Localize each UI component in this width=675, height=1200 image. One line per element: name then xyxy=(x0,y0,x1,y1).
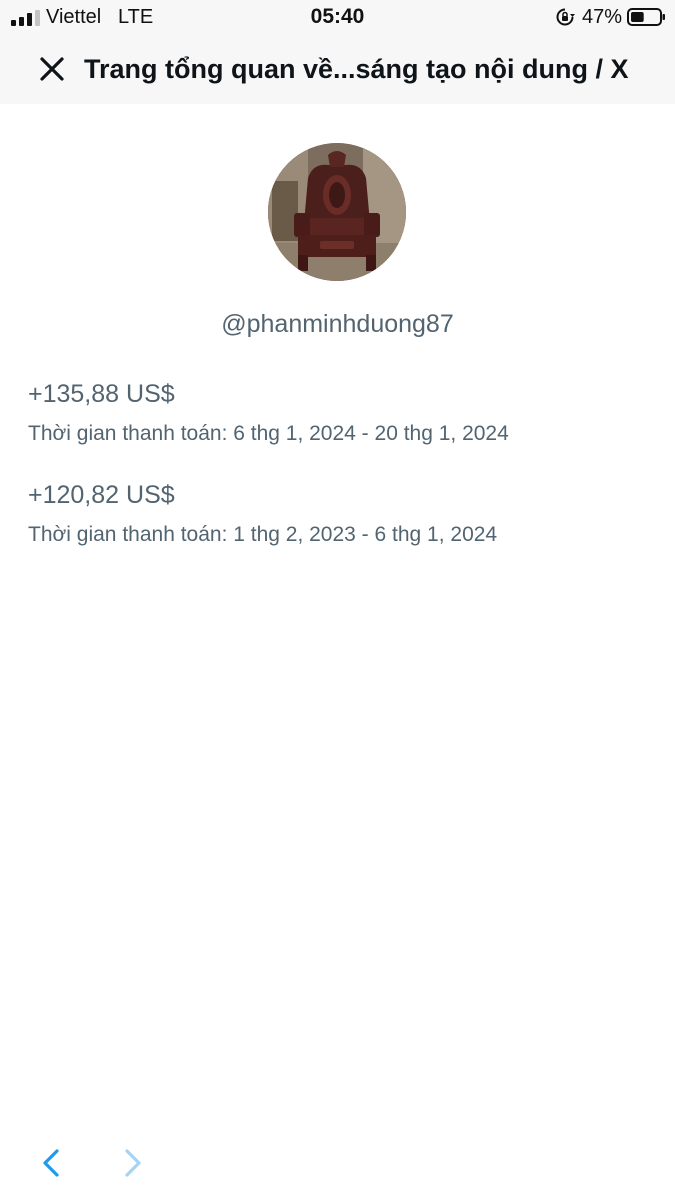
top-bar: Trang tổng quan về...sáng tạo nội dung /… xyxy=(0,34,675,104)
payout-item: +135,88 US$ Thời gian thanh toán: 6 thg … xyxy=(28,378,648,448)
screen: Viettel LTE 05:40 47% Trang tổng quan về… xyxy=(0,0,675,1200)
battery-icon xyxy=(627,8,665,26)
payout-amount: +120,82 US$ xyxy=(28,481,175,509)
payout-amount: +135,88 US$ xyxy=(28,380,175,408)
status-bar: Viettel LTE 05:40 47% xyxy=(0,0,675,34)
avatar-image xyxy=(268,143,406,281)
rotation-lock-icon xyxy=(556,8,575,26)
chevron-left-icon[interactable] xyxy=(36,1147,68,1179)
battery-percent: 47% xyxy=(582,6,623,28)
payout-period: Thời gian thanh toán: 1 thg 2, 2023 - 6 … xyxy=(28,523,498,546)
avatar[interactable] xyxy=(268,143,406,281)
payout-item: +120,82 US$ Thời gian thanh toán: 1 thg … xyxy=(28,479,648,549)
close-icon[interactable] xyxy=(34,51,70,87)
profile-handle: @phanminhduong87 xyxy=(221,310,454,338)
payout-period: Thời gian thanh toán: 6 thg 1, 2024 - 20… xyxy=(28,422,509,445)
page-title: Trang tổng quan về...sáng tạo nội dung /… xyxy=(84,54,629,84)
chevron-right-icon[interactable] xyxy=(116,1147,148,1179)
